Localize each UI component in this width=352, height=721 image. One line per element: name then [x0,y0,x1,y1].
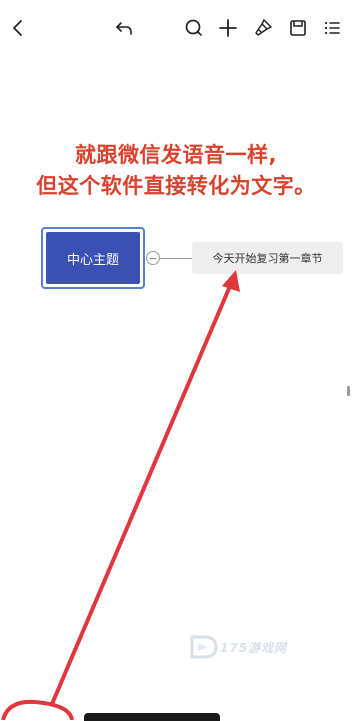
annotation-arrow-layer [1,270,240,720]
annotation-circle-highlight [1,699,74,720]
annotation-arrow-line [50,277,235,706]
annotation-arrowhead [222,270,240,292]
